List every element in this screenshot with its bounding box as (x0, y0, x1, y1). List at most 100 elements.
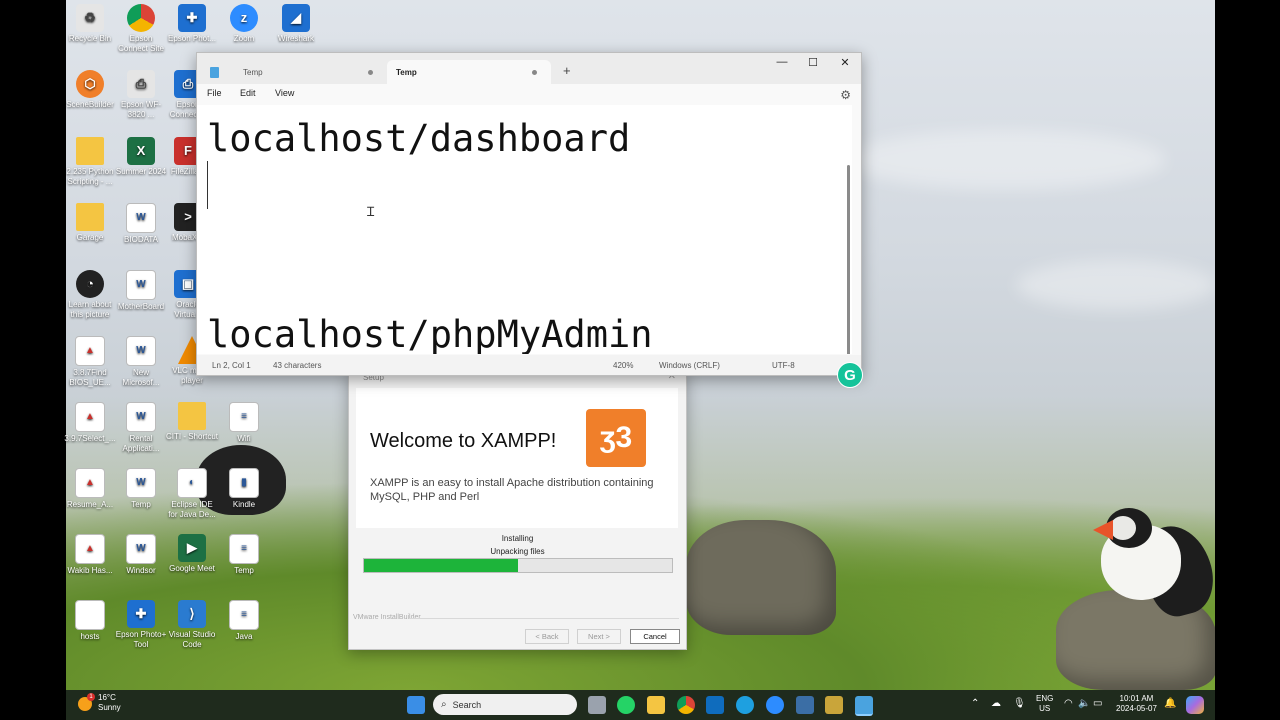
folder-icon (76, 137, 104, 165)
tab-temp-active[interactable]: Temp (387, 60, 551, 84)
task-view-icon[interactable] (588, 696, 606, 714)
back-button[interactable]: < Back (525, 629, 569, 644)
desktop-icon-temp-text[interactable]: ≡ Temp (218, 534, 270, 576)
notepad-window: Temp Temp + — ☐ ✕ File Edit View ⚙ local… (196, 52, 862, 376)
desktop-icon-eclipse[interactable]: ◐ Eclipse IDE for Java De... (166, 468, 218, 520)
edge-icon[interactable] (736, 696, 754, 714)
new-tab-button[interactable]: + (563, 63, 571, 78)
text-file-icon: ≡ (229, 534, 259, 564)
desktop-icon-epson-photo[interactable]: ✚ Epson Phot... (166, 4, 218, 44)
desktop-icon-zoom[interactable]: z Zoom (218, 4, 270, 44)
battery-icon[interactable]: ▭ (1093, 698, 1102, 709)
vertical-scrollbar[interactable] (847, 165, 850, 354)
google-meet-icon: ▶ (178, 534, 206, 562)
xampp-welcome-banner: Welcome to XAMPP! ʒ3 XAMPP is an easy to… (356, 388, 678, 528)
install-progress-bar (363, 558, 673, 573)
language-code: ENG (1036, 694, 1054, 703)
install-substatus: Unpacking files (490, 547, 545, 556)
zoom-level[interactable]: 420% (613, 361, 633, 370)
xampp-setup-window: Setup ✕ Welcome to XAMPP! ʒ3 XAMPP is an… (348, 370, 687, 650)
onedrive-icon[interactable]: ☁ (991, 698, 1001, 709)
text-file-icon: ≡ (229, 600, 259, 630)
volume-icon[interactable]: 🔈 (1078, 698, 1090, 709)
desktop-icon-java[interactable]: ≡ Java (218, 600, 270, 642)
desktop-icon-learn-picture[interactable]: ◔ Learn about this picture (64, 270, 116, 320)
desktop-icon-select[interactable]: ▲ 3.9.7Select_... (64, 402, 116, 444)
desktop-icon-windsor[interactable]: W Windsor (115, 534, 167, 576)
notepad-text-area[interactable]: localhost/dashboard Ɪ localhost/phpMyAdm… (197, 105, 852, 354)
desktop-icon-rental[interactable]: W Rental Applicati... (115, 402, 167, 454)
desktop-icon-vscode[interactable]: ⟩ Visual Studio Code (166, 600, 218, 650)
file-explorer-icon[interactable] (647, 696, 665, 714)
notepad-tab-bar: Temp Temp + — ☐ ✕ (197, 53, 861, 84)
zoom-icon: z (230, 4, 258, 32)
app-taskbar-icon[interactable] (796, 696, 814, 714)
minimize-button[interactable]: — (766, 56, 798, 68)
settings-gear-icon[interactable]: ⚙ (840, 88, 851, 102)
learn-picture-icon: ◔ (76, 270, 104, 298)
word-icon: W (126, 270, 156, 300)
taskbar-search-box[interactable]: ⌕ Search (433, 694, 577, 715)
desktop-icon-find-bios[interactable]: ▲ 3.8.7Find BIOS_UE... (64, 336, 116, 388)
whatsapp-icon[interactable] (617, 696, 635, 714)
desktop-icon-epson-printer[interactable]: ⎙ Epson WF-3820 ... (115, 70, 167, 120)
desktop-icon-motherboard[interactable]: W MotherBoard (115, 270, 167, 312)
menu-file[interactable]: File (207, 88, 222, 98)
desktop-icon-biodata[interactable]: W BIODATA (115, 203, 167, 245)
desktop-icon-wifi[interactable]: ≡ Wifi (218, 402, 270, 444)
line-ending[interactable]: Windows (CRLF) (659, 361, 720, 370)
language-indicator[interactable]: ENG US (1036, 694, 1053, 714)
desktop-icon-recycle-bin[interactable]: ♻ Recycle Bin (64, 4, 116, 44)
copilot-icon[interactable] (1186, 696, 1204, 714)
notepad-icon (210, 66, 219, 78)
desktop-icon-garage[interactable]: Garage (64, 203, 116, 243)
photos-taskbar-icon[interactable] (825, 696, 843, 714)
notepad-taskbar-icon[interactable] (855, 696, 873, 716)
desktop-icon-scenebuilder[interactable]: ⬡ SceneBuilder (64, 70, 116, 110)
weather-widget[interactable]: 16°C Sunny (98, 693, 121, 713)
maximize-button[interactable]: ☐ (797, 56, 829, 69)
tab-label: Temp (396, 67, 417, 77)
desktop-icon-temp-word[interactable]: W Temp (115, 468, 167, 510)
next-button[interactable]: Next > (577, 629, 621, 644)
desktop-icon-wireshark[interactable]: ◢ Wireshark (270, 4, 322, 44)
grammarly-icon[interactable]: G (837, 362, 863, 388)
tab-temp-inactive[interactable]: Temp (207, 60, 387, 84)
wifi-icon[interactable]: ◠ (1064, 698, 1073, 709)
taskbar-clock[interactable]: 10:01 AM 2024-05-07 (1116, 694, 1157, 714)
zoom-taskbar-icon[interactable] (766, 696, 784, 714)
wallpaper-puffin-face (1110, 516, 1136, 540)
encoding[interactable]: UTF-8 (772, 361, 795, 370)
menu-edit[interactable]: Edit (240, 88, 256, 98)
desktop-icon-wakib[interactable]: ▲ Wakib Has... (64, 534, 116, 576)
pdf-icon: ▲ (75, 468, 105, 498)
close-button[interactable]: ✕ (829, 56, 861, 69)
desktop-icon-hosts[interactable]: hosts (64, 600, 116, 642)
clock-time: 10:01 AM (1119, 694, 1154, 703)
chrome-taskbar-icon[interactable] (677, 696, 695, 714)
notifications-bell-icon[interactable]: 🔔 (1164, 698, 1176, 709)
desktop-icon-epson-photo-tool[interactable]: ✚ Epson Photo+ Tool (115, 600, 167, 650)
xampp-welcome-heading: Welcome to XAMPP! (370, 430, 557, 452)
word-icon: W (126, 203, 156, 233)
text-line-1: localhost/dashboard (207, 117, 631, 160)
desktop-icon-resume[interactable]: ▲ Resume_A... (64, 468, 116, 510)
word-icon: W (126, 534, 156, 564)
microphone-icon[interactable]: 🎙 (1013, 698, 1026, 709)
desktop-icon-new-microsoft[interactable]: W New Microsof... (115, 336, 167, 388)
desktop-icon-kindle[interactable]: ▮ Kindle (218, 468, 270, 510)
desktop-icon-citi[interactable]: CITI - Shortcut (166, 402, 218, 442)
start-windows-icon[interactable] (407, 696, 425, 714)
pdf-icon: ▲ (75, 336, 105, 366)
word-icon: W (126, 336, 156, 366)
menu-view[interactable]: View (275, 88, 294, 98)
desktop-icon-epson-connect-site[interactable]: Epson Connect Site (115, 4, 167, 54)
desktop-icon-summer-2024[interactable]: X Summer 2024 (115, 137, 167, 177)
search-placeholder: Search (452, 699, 482, 710)
desktop-icon-python-scripting[interactable]: 2.235 Python Scripting - ... (64, 137, 116, 187)
outlook-icon[interactable] (706, 696, 724, 714)
cancel-button[interactable]: Cancel (630, 629, 680, 644)
desktop-icon-google-meet[interactable]: ▶ Google Meet (166, 534, 218, 574)
show-hidden-icons-icon[interactable]: ⌃ (971, 698, 979, 709)
weather-badge: 1 (87, 693, 95, 701)
